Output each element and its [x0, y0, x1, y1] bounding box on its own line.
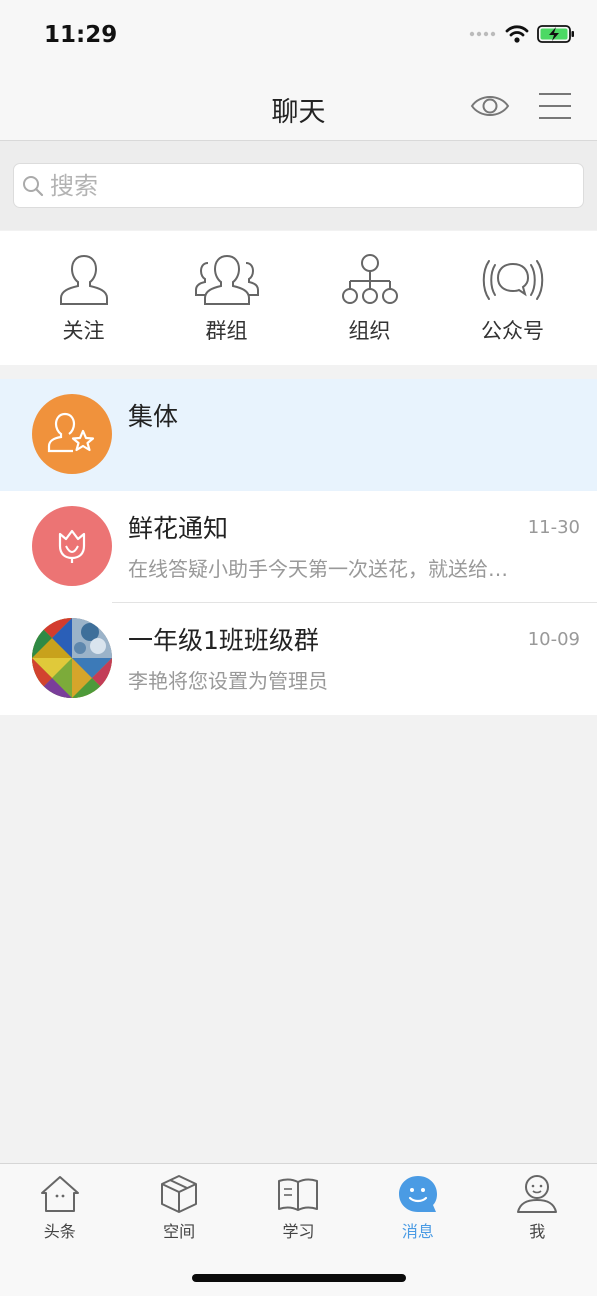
group-avatar	[32, 618, 112, 698]
cube-icon	[161, 1175, 198, 1213]
avatar	[32, 394, 112, 474]
book-icon	[278, 1178, 319, 1211]
profile-icon	[517, 1175, 558, 1213]
quick-action-label: 公众号	[481, 319, 544, 343]
chat-preview: 在线答疑小助手今天第一次送花，就送给…	[128, 557, 508, 581]
tab-label: 学习	[282, 1222, 315, 1241]
search-icon	[23, 175, 44, 196]
tab-me[interactable]: 我	[478, 1164, 597, 1296]
nav-bar: 聊天	[0, 76, 597, 141]
quick-actions: 关注 群组 组织 公众号	[0, 231, 597, 365]
quick-action-label: 群组	[205, 319, 248, 343]
search-input[interactable]	[50, 171, 570, 200]
chat-time: 11-30	[527, 517, 580, 538]
person-outline-icon	[59, 254, 108, 305]
chat-name: 集体	[128, 402, 179, 431]
chat-preview: 李艳将您设置为管理员	[128, 669, 328, 693]
home-icon	[40, 1176, 79, 1212]
group-photo-grid-icon	[32, 618, 112, 698]
battery-charging-icon	[537, 25, 574, 43]
chat-list: 集体 鲜花通知 11-30 在线答疑小助手今天第一次送花，就送给… 一年级1班班…	[0, 379, 597, 715]
menu-icon[interactable]	[538, 90, 572, 122]
status-indicators	[469, 24, 575, 44]
tab-label: 消息	[401, 1222, 434, 1241]
quick-action-label: 关注	[62, 319, 105, 343]
signal-icon	[469, 31, 496, 37]
eye-icon[interactable]	[470, 91, 510, 121]
quick-action-label: 组织	[348, 319, 391, 343]
tab-label: 空间	[163, 1222, 196, 1241]
status-bar: 11:29	[0, 0, 597, 76]
message-smile-icon	[398, 1176, 437, 1212]
person-star-icon	[47, 412, 95, 453]
chat-name: 一年级1班班级群	[128, 626, 319, 655]
quick-action-organization[interactable]: 组织	[298, 231, 441, 365]
chat-time: 10-09	[527, 629, 580, 650]
chat-item-class-group[interactable]: 一年级1班班级群 10-09 李艳将您设置为管理员	[0, 603, 597, 715]
quick-action-follow[interactable]: 关注	[12, 231, 155, 365]
home-indicator[interactable]	[192, 1274, 406, 1282]
broadcast-chat-icon	[482, 260, 543, 300]
wifi-icon	[505, 25, 529, 43]
search-area	[0, 141, 597, 230]
chat-item-flower-notice[interactable]: 鲜花通知 11-30 在线答疑小助手今天第一次送花，就送给…	[0, 491, 597, 603]
tab-headlines[interactable]: 头条	[0, 1164, 119, 1296]
chat-item-collective[interactable]: 集体	[0, 379, 597, 491]
tab-label: 头条	[43, 1222, 76, 1241]
quick-action-official-accounts[interactable]: 公众号	[441, 231, 584, 365]
group-outline-icon	[194, 254, 259, 305]
org-tree-icon	[341, 254, 398, 304]
avatar	[32, 506, 112, 586]
chat-name: 鲜花通知	[128, 514, 229, 543]
tulip-icon	[58, 529, 86, 563]
tab-label: 我	[529, 1222, 546, 1241]
search-box[interactable]	[13, 163, 584, 208]
quick-action-groups[interactable]: 群组	[155, 231, 298, 365]
status-time: 11:29	[44, 22, 118, 48]
